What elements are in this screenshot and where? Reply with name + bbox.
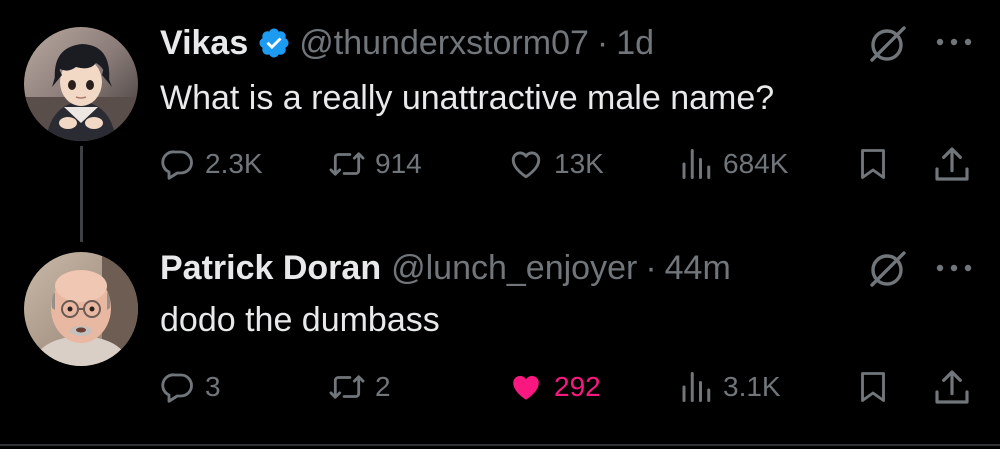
share-icon [935,147,969,181]
bookmark-button[interactable] [855,367,891,407]
anime-boy-avatar-image [24,27,138,141]
bald-man-avatar-image [24,252,138,366]
repost-icon [329,152,365,176]
like-button[interactable]: 13K [507,144,604,184]
repost-button[interactable]: 2 [328,367,391,407]
verified-badge-icon [257,26,291,60]
repost-icon [329,375,365,399]
tweet-header: Vikas @thunderxstorm07 · 1d [160,23,654,63]
heart-outline-icon [511,151,541,179]
repost-button[interactable]: 914 [328,144,422,184]
timestamp[interactable]: 44m [665,248,731,288]
heart-filled-icon [513,375,539,400]
share-button[interactable] [932,144,972,184]
author-name[interactable]: Vikas [160,23,248,63]
more-options-icon[interactable] [934,32,974,52]
views-chart-icon [682,372,711,402]
tweet-original[interactable]: Vikas @thunderxstorm07 · 1d What is a re… [0,0,1000,240]
like-count: 292 [554,371,601,402]
like-button[interactable]: 292 [507,367,601,407]
divider [0,444,1000,446]
author-handle[interactable]: @lunch_enjoyer [391,248,637,288]
tweet-text: What is a really unattractive male name? [160,79,775,117]
author-name[interactable]: Patrick Doran [160,248,381,288]
more-options-icon[interactable] [934,258,974,278]
reply-count: 3 [205,371,221,402]
views-button[interactable]: 684K [678,144,788,184]
bookmark-icon [861,372,885,402]
separator-dot: · [596,24,609,62]
tweet-text: dodo the dumbass [160,301,440,339]
reply-count: 2.3K [205,148,263,179]
grok-icon[interactable] [866,22,910,66]
views-button[interactable]: 3.1K [678,367,781,407]
like-count: 13K [554,148,604,179]
tweet-reply[interactable]: Patrick Doran @lunch_enjoyer · 44m dodo … [0,240,1000,444]
timestamp[interactable]: 1d [616,23,654,63]
share-button[interactable] [932,367,972,407]
repost-count: 2 [375,371,391,402]
views-count: 3.1K [723,371,781,402]
views-chart-icon [682,149,711,179]
reply-button[interactable]: 3 [160,367,221,407]
bookmark-button[interactable] [855,144,891,184]
bookmark-icon [861,149,885,179]
views-count: 684K [723,148,789,179]
reply-icon [161,150,193,180]
reply-button[interactable]: 2.3K [160,144,263,184]
conversation-thread: Vikas @thunderxstorm07 · 1d What is a re… [0,0,1000,449]
tweet-header: Patrick Doran @lunch_enjoyer · 44m [160,248,731,288]
share-icon [935,370,969,404]
avatar[interactable] [24,27,138,141]
avatar[interactable] [24,252,138,366]
grok-icon[interactable] [866,247,910,291]
author-handle[interactable]: @thunderxstorm07 [299,23,589,63]
reply-icon [161,373,193,403]
repost-count: 914 [375,148,422,179]
separator-dot: · [645,249,657,287]
